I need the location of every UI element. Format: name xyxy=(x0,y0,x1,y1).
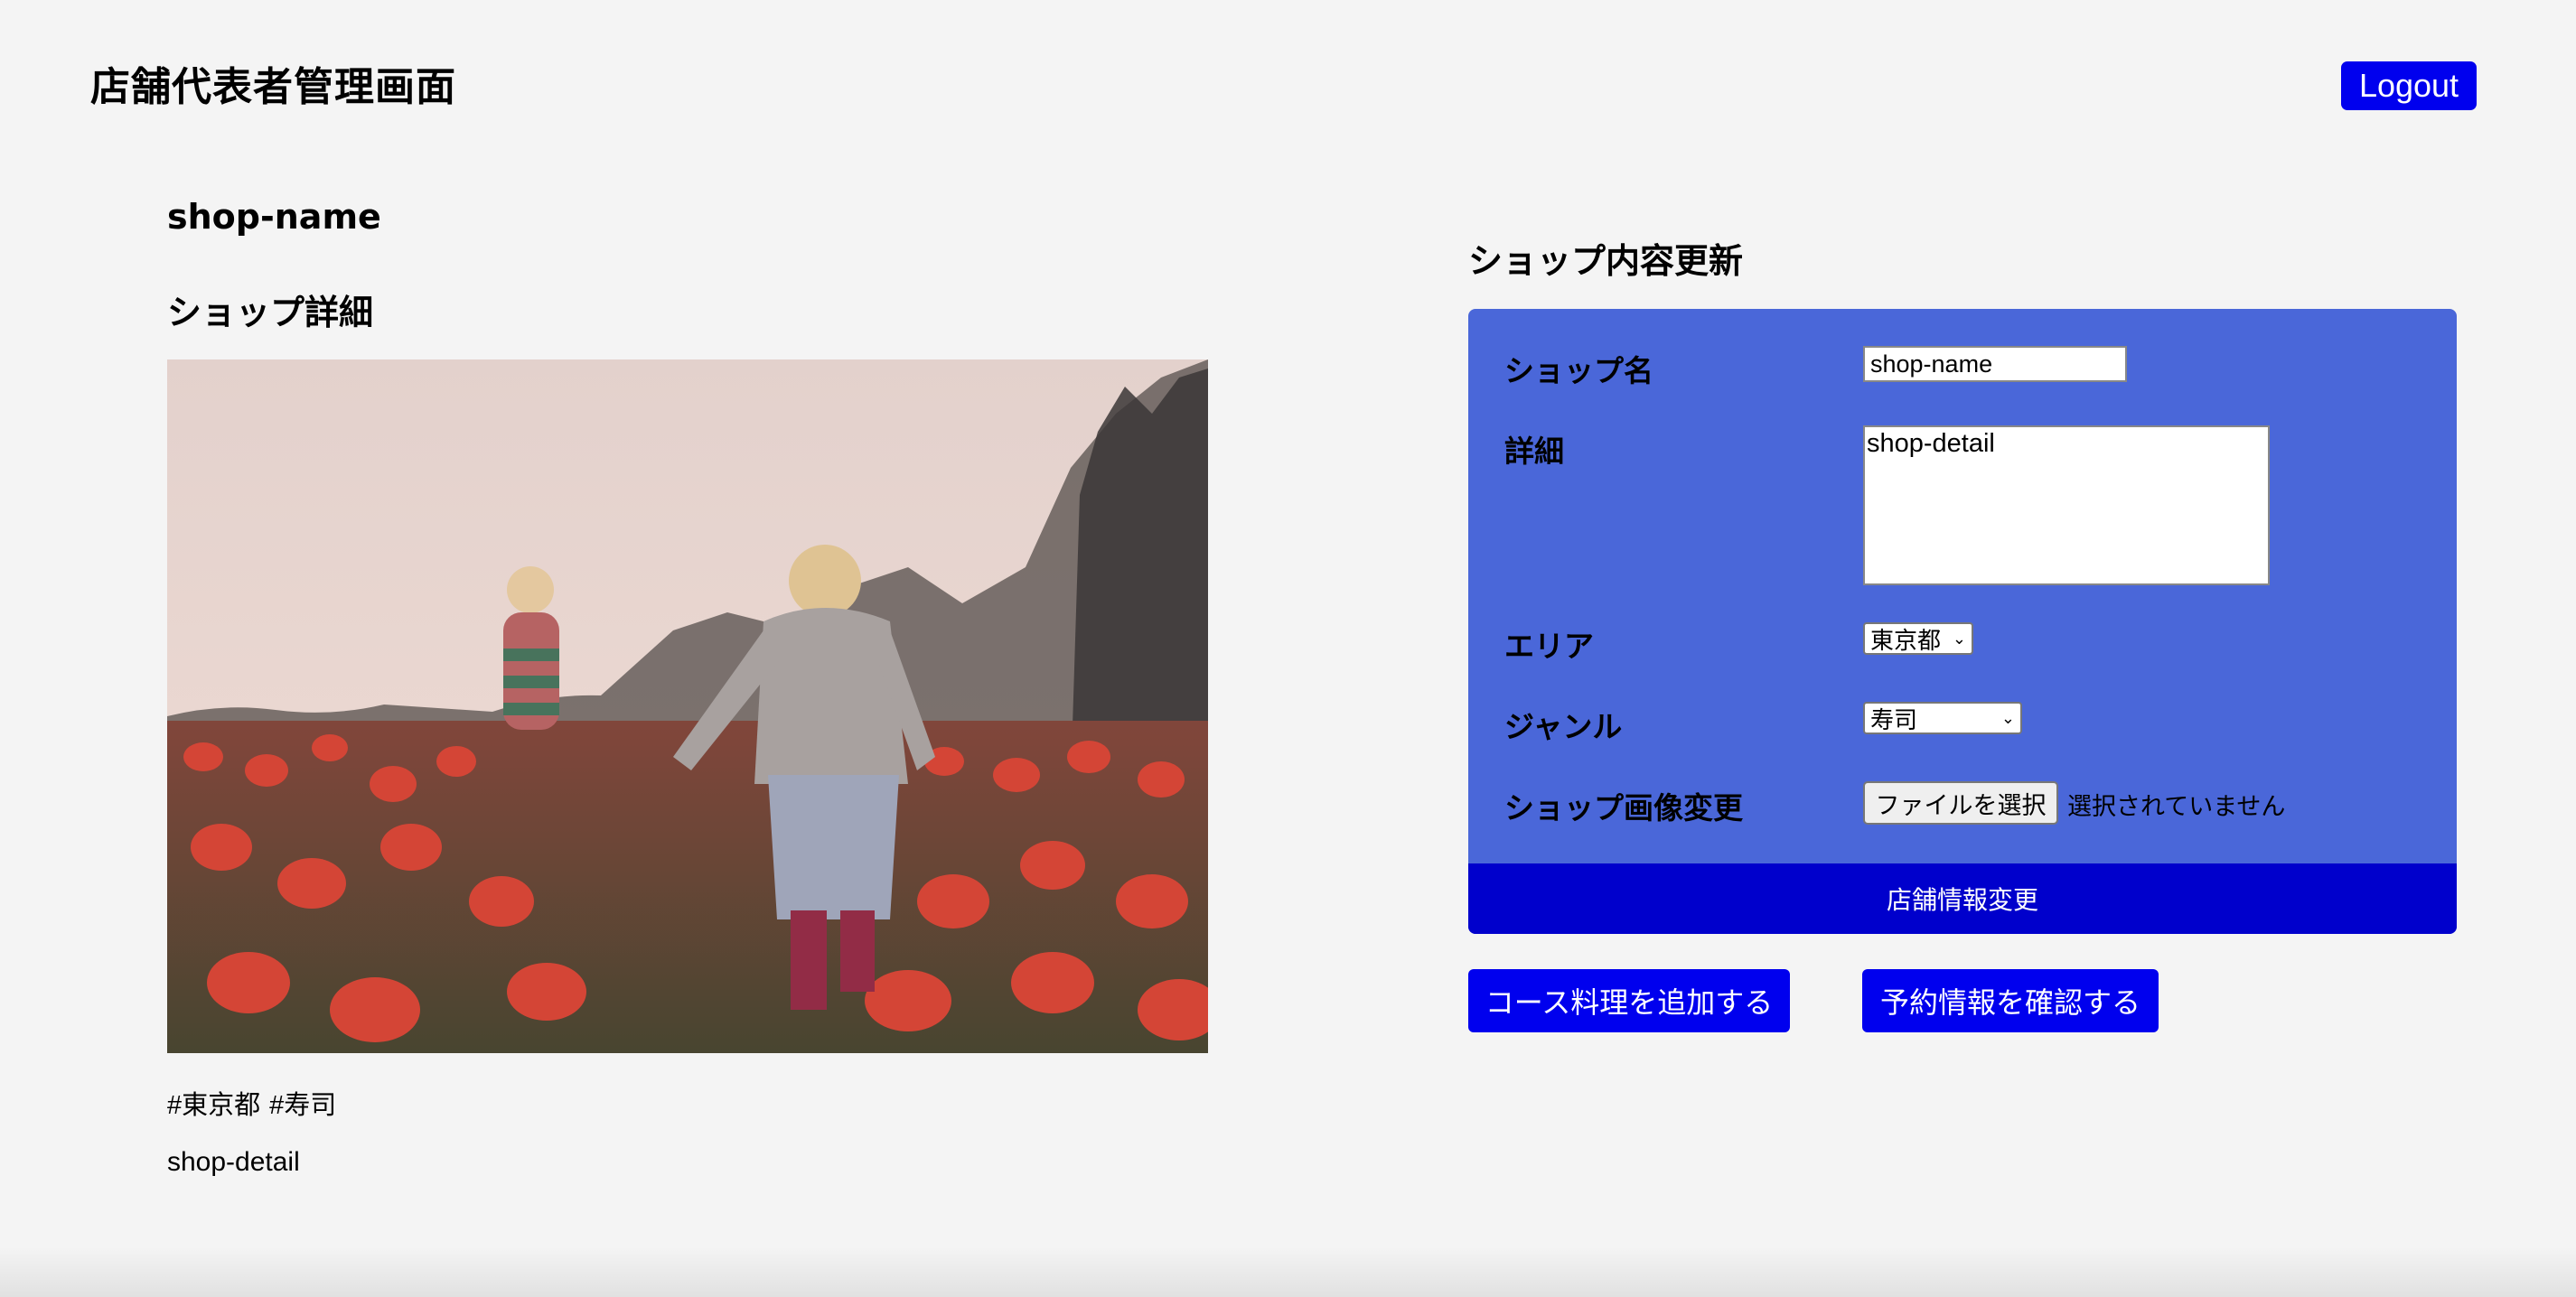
add-course-button[interactable]: コース料理を追加する xyxy=(1468,969,1790,1032)
genre-label: ジャンル xyxy=(1504,709,1623,744)
area-label: エリア xyxy=(1504,629,1594,664)
chevron-down-icon: ⌄ xyxy=(1952,629,1966,648)
logout-button[interactable]: Logout xyxy=(2341,61,2477,110)
detail-textarea[interactable]: shop-detail xyxy=(1863,425,2270,585)
shop-detail-heading: ショップ詳細 xyxy=(167,293,374,332)
image-label: ショップ画像変更 xyxy=(1504,790,1743,826)
area-select[interactable]: 東京都 ⌄ xyxy=(1863,622,1973,655)
update-heading: ショップ内容更新 xyxy=(1468,241,1744,281)
update-shop-button[interactable]: 店舗情報変更 xyxy=(1468,863,2457,934)
admin-page: 店舗代表者管理画面 Logout shop-name ショップ詳細 #東京都 #… xyxy=(0,0,2576,1297)
shop-name-heading: shop-name xyxy=(167,197,381,237)
shop-name-input[interactable]: shop-name xyxy=(1863,346,2127,382)
genre-select[interactable]: 寿司 ⌄ xyxy=(1863,702,2022,734)
shop-detail-text: shop-detail xyxy=(167,1147,300,1177)
file-status: 選択されていません xyxy=(2067,793,2286,821)
area-select-value: 東京都 xyxy=(1870,627,1942,655)
tag-area: #東京都 xyxy=(167,1091,261,1120)
chevron-down-icon: ⌄ xyxy=(2000,708,2015,728)
detail-label: 詳細 xyxy=(1504,434,1564,469)
check-reservations-button[interactable]: 予約情報を確認する xyxy=(1862,969,2159,1032)
shop-image xyxy=(167,359,1208,1053)
shop-tags: #東京都 #寿司 xyxy=(167,1084,336,1122)
shop-update-form: ショップ名 shop-name 詳細 shop-detail エリア 東京都 ⌄… xyxy=(1468,309,2457,934)
shop-name-label: ショップ名 xyxy=(1504,353,1653,388)
shop-photo-illustration xyxy=(167,359,1208,1053)
tag-genre: #寿司 xyxy=(269,1091,337,1120)
bottom-shadow xyxy=(0,1246,2576,1297)
page-title: 店舗代表者管理画面 xyxy=(90,64,456,110)
file-select-button[interactable]: ファイルを選択 xyxy=(1863,781,2058,825)
genre-select-value: 寿司 xyxy=(1870,706,1918,734)
